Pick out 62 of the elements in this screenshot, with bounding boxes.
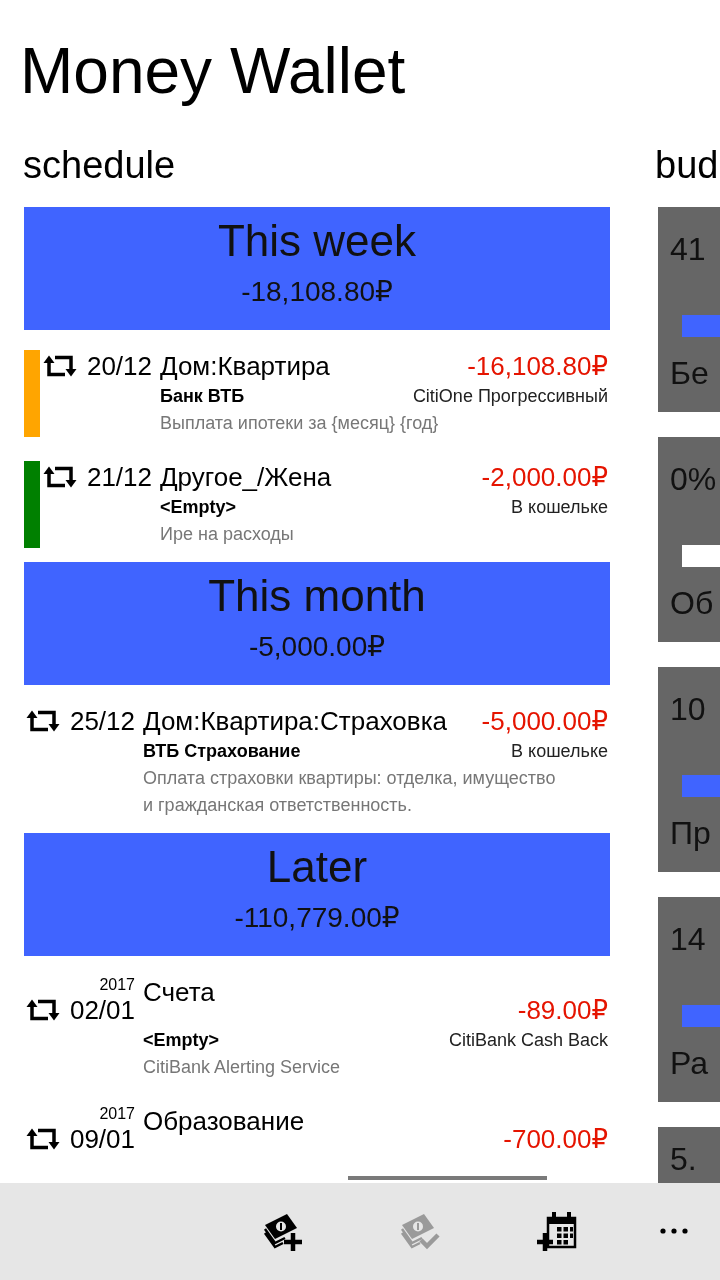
note-text: Ире на расходы [160,523,294,546]
repeat-icon [43,465,77,489]
calendar-plus-icon [537,1211,577,1251]
account-label: CitiBank Cash Back [448,1029,608,1052]
payee-label: Банк ВТБ [160,385,245,408]
amount-label: -89.00₽ [517,994,608,1026]
group-title: Later [266,841,368,893]
budget-card[interactable]: 41 Бе [658,207,720,412]
budget-card[interactable]: 0% Об [658,437,720,642]
category-label: Дом:Квартира:Страховка [143,705,448,737]
budget-percent: 0% [670,461,717,497]
category-label: Дом:Квартира [160,350,330,382]
budget-card[interactable]: 14 Ра [658,897,720,1102]
account-label: В кошельке [511,740,608,763]
repeat-icon [26,1127,60,1151]
budget-name: Бе [670,355,709,391]
date-label: 21/12 [86,461,152,493]
budget-percent: 41 [670,231,706,267]
budget-percent: 10 [670,691,706,727]
note-text: CitiBank Alerting Service [143,1056,341,1079]
account-label: CitiOne Прогрессивный [412,385,608,408]
money-plus-icon [263,1211,303,1251]
group-total: -110,779.00₽ [234,901,400,935]
payee-label: <Empty> [143,1029,220,1052]
group-title: This week [217,215,417,267]
section-title: schedule [23,143,176,187]
section-title: bud [655,143,719,187]
year-label: 2017 [99,1105,135,1123]
budget-card[interactable]: 10 Пр [658,667,720,872]
group-total: -18,108.80₽ [241,275,393,309]
category-label: Другое_/Жена [160,461,332,493]
amount-label: -2,000.00₽ [481,461,608,493]
progress-track [682,545,720,567]
budget-card[interactable]: 5. [658,1127,720,1183]
group-total: -5,000.00₽ [248,630,386,664]
payee-label: <Empty> [160,496,237,519]
date-label: 02/01 [69,994,135,1026]
budget-name: Об [670,585,714,621]
note-text: Выплата ипотеки за {месяц} {год} [160,412,439,435]
category-label: Образование [143,1105,305,1137]
account-label: В кошельке [511,496,608,519]
year-label: 2017 [99,976,135,994]
money-check-icon [400,1211,440,1251]
amount-label: -16,108.80₽ [467,350,608,382]
budget-percent: 5. [670,1141,697,1177]
repeat-icon [26,998,60,1022]
more-icon [660,1228,688,1234]
repeat-icon [43,354,77,378]
category-label: Счета [143,976,215,1008]
budget-percent: 14 [670,921,706,957]
date-label: 25/12 [69,705,135,737]
group-title: This month [208,570,426,622]
date-label: 20/12 [86,350,152,382]
app-title: Money Wallet [20,35,406,107]
amount-label: -700.00₽ [503,1123,608,1155]
budget-name: Пр [670,815,711,851]
payee-label: ВТБ Страхование [143,740,301,763]
repeat-icon [26,709,60,733]
budget-name: Ра [670,1045,709,1081]
date-label: 09/01 [69,1123,135,1155]
note-text: Оплата страховки квартиры: отделка, имущество и гражданская ответственность. [143,767,557,817]
amount-label: -5,000.00₽ [481,705,608,737]
